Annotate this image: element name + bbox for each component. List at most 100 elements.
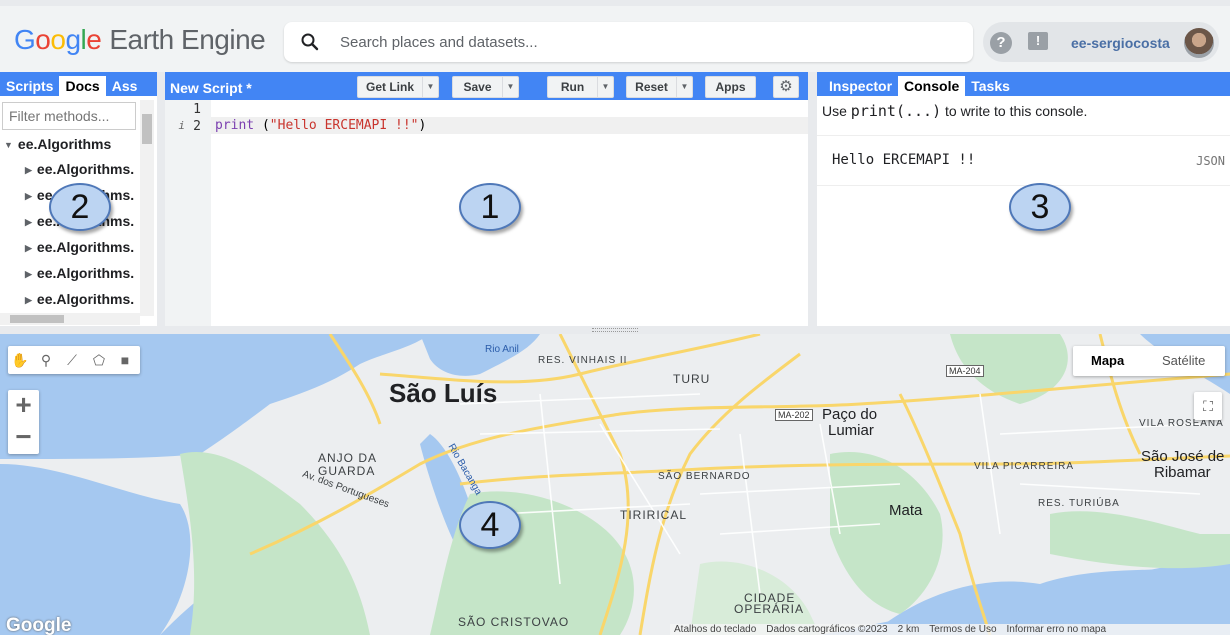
keyboard-shortcuts-link[interactable]: Atalhos do teclado — [674, 624, 756, 635]
tree-item-label: ee.Algorithms. — [36, 161, 135, 177]
chevron-down-icon[interactable]: ▼ — [597, 77, 613, 97]
logo-product-name: Earth Engine — [109, 24, 266, 55]
tab-scripts[interactable]: Scripts — [0, 76, 59, 96]
tab-console[interactable]: Console — [898, 76, 966, 96]
scale-label[interactable]: 2 km — [898, 624, 920, 635]
map-data-text: Dados cartográficos ©2023 — [766, 624, 888, 635]
code-line[interactable]: print ("Hello ERCEMAPI !!") — [215, 118, 426, 133]
map-label-district: TURU — [673, 372, 711, 386]
chevron-down-icon[interactable]: ▼ — [502, 77, 518, 97]
chevron-down-icon[interactable]: ▼ — [422, 77, 438, 97]
username[interactable]: ee-sergiocosta — [1071, 35, 1170, 51]
tab-docs[interactable]: Docs — [59, 76, 106, 96]
earth-engine-logo[interactable]: Google Earth Engine — [14, 24, 266, 56]
button-label: Apps — [715, 80, 746, 94]
zoom-control: + − — [8, 390, 39, 454]
hint-text: to write to this console. — [941, 103, 1088, 119]
polygon-draw-icon[interactable]: ⬠ — [90, 351, 108, 369]
script-title: New Script * — [170, 80, 252, 96]
vertical-scrollbar[interactable] — [140, 100, 154, 316]
line-draw-icon[interactable]: ⟋ — [63, 351, 81, 369]
left-tab-bar: Scripts Docs Ass — [0, 72, 157, 96]
get-link-button[interactable]: Get Link ▼ — [357, 76, 439, 98]
drawing-tools: ✋ ⚲ ⟋ ⬠ ■ — [8, 346, 140, 374]
help-icon[interactable]: ? — [990, 32, 1012, 54]
map-label-district: OPERÁRIA — [734, 602, 805, 616]
road-shield: MA-202 — [775, 409, 813, 421]
map-divider[interactable] — [0, 326, 1230, 334]
terms-link[interactable]: Termos de Uso — [929, 624, 996, 635]
rectangle-draw-icon[interactable]: ■ — [116, 351, 134, 369]
caret-right-icon: ▶ — [25, 295, 32, 306]
console-output[interactable]: Hello ERCEMAPI !! — [832, 152, 975, 168]
logo-letter: o — [35, 24, 51, 55]
map-label-district: SÃO BERNARDO — [658, 471, 751, 482]
tree-root[interactable]: ▼ ee.Algorithms — [4, 136, 144, 156]
tab-inspector[interactable]: Inspector — [823, 76, 898, 96]
tree-item[interactable]: ▶ ee.Algorithms. — [4, 156, 144, 182]
map-type-map-button[interactable]: Mapa — [1091, 353, 1124, 368]
line-number: 1 — [193, 102, 201, 117]
callout-bubble: 4 — [459, 501, 521, 549]
avatar[interactable] — [1184, 28, 1214, 58]
map-type-satellite-button[interactable]: Satélite — [1162, 353, 1205, 368]
map-label-city: São Luís — [389, 378, 498, 408]
scrollbar-thumb[interactable] — [142, 114, 152, 144]
caret-right-icon: ▶ — [25, 217, 32, 228]
caret-down-icon: ▼ — [4, 140, 13, 151]
tab-assets[interactable]: Ass — [106, 76, 144, 96]
drag-handle-icon[interactable] — [592, 328, 638, 332]
json-toggle[interactable]: JSON — [1196, 154, 1225, 168]
run-button[interactable]: Run ▼ — [547, 76, 614, 98]
chevron-down-icon[interactable]: ▼ — [676, 77, 692, 97]
zoom-in-button[interactable]: + — [8, 390, 39, 422]
map-label-district: SÃO CRISTOVAO — [458, 615, 570, 629]
zoom-out-button[interactable]: − — [8, 422, 39, 454]
hand-pan-icon[interactable]: ✋ — [11, 351, 29, 369]
code-keyword: print — [215, 118, 255, 133]
apps-button[interactable]: Apps — [705, 76, 756, 98]
hint-text: Use — [822, 103, 851, 119]
button-label: Reset — [635, 80, 668, 94]
point-marker-icon[interactable]: ⚲ — [37, 351, 55, 369]
search-input[interactable] — [340, 30, 940, 54]
tree-item[interactable]: ▶ ee.Algorithms. — [4, 260, 144, 286]
map-label-town: Lumiar — [828, 422, 874, 439]
map-label-district: RES. VINHAIS II — [538, 355, 628, 366]
horizontal-scrollbar[interactable] — [0, 313, 140, 325]
callout-bubble: 1 — [459, 183, 521, 231]
map-label-river: Rio Anil — [485, 344, 519, 355]
map-view[interactable]: São Luís Rio Anil RES. VINHAIS II TURU M… — [0, 334, 1230, 635]
panel-divider[interactable] — [157, 72, 165, 326]
report-error-link[interactable]: Informar erro no mapa — [1007, 624, 1107, 635]
editor-toolbar: New Script * Get Link ▼ Save ▼ Run ▼ Reset ▼… — [165, 72, 808, 100]
tree-item[interactable]: ▶ ee.Algorithms. — [4, 234, 144, 260]
map-label-town: Mata — [889, 502, 923, 519]
search-box[interactable] — [284, 22, 973, 62]
scrollbar-thumb[interactable] — [10, 315, 64, 323]
info-marker-icon[interactable]: i — [178, 119, 185, 132]
google-logo: Google — [6, 615, 72, 635]
code-punct: ( — [254, 118, 270, 133]
map-canvas — [0, 334, 1230, 635]
feedback-icon[interactable]: ! — [1028, 32, 1048, 50]
tab-tasks[interactable]: Tasks — [965, 76, 1016, 96]
reset-button[interactable]: Reset ▼ — [626, 76, 693, 98]
gear-icon[interactable]: ⚙ — [773, 76, 799, 98]
console-hint: Use print(...) to write to this console. — [822, 102, 1087, 120]
search-icon — [301, 33, 319, 51]
caret-right-icon: ▶ — [25, 269, 32, 280]
button-label: Get Link — [365, 80, 414, 94]
tree-item[interactable]: ▶ ee.Algorithms. — [4, 286, 144, 312]
tree-item-label: ee.Algorithms. — [36, 239, 135, 255]
fullscreen-icon[interactable]: ⛶ — [1194, 392, 1222, 420]
hint-code: print(...) — [850, 102, 942, 120]
map-label-district: ANJO DA — [318, 451, 378, 465]
save-button[interactable]: Save ▼ — [452, 76, 519, 98]
code-string: "Hello ERCEMAPI !!" — [269, 118, 419, 133]
caret-right-icon: ▶ — [25, 243, 32, 254]
filter-methods-input[interactable]: Filter methods... — [2, 102, 136, 130]
logo-letter: o — [50, 24, 66, 55]
top-bar: GoogleEarth Engine ? ! ee-sergiocosta — [0, 0, 1230, 72]
panel-divider[interactable] — [808, 72, 817, 326]
